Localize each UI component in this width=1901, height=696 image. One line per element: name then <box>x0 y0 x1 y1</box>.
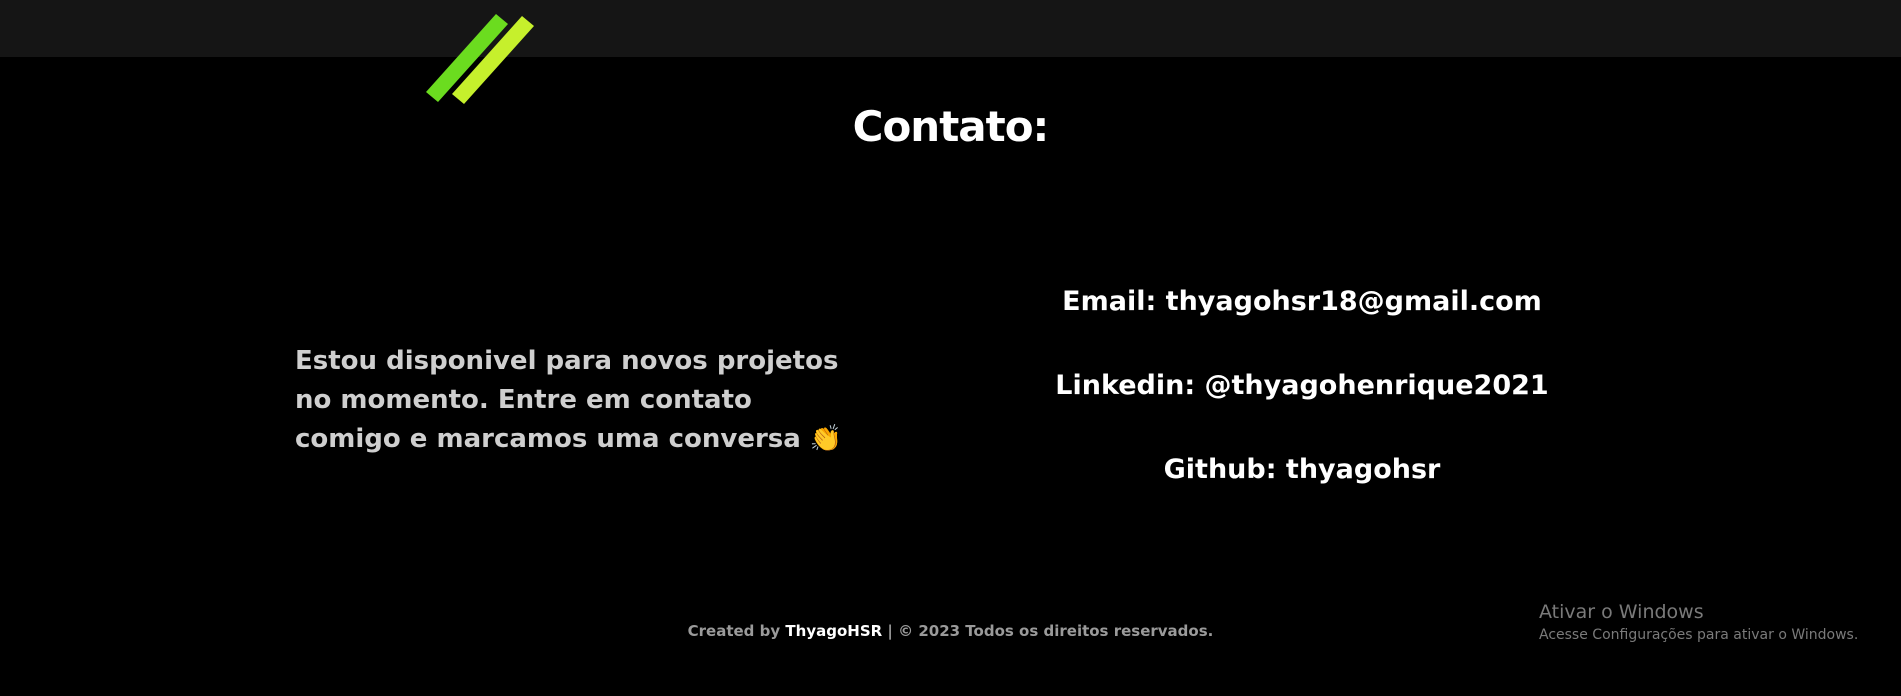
windows-watermark-subtitle: Acesse Configurações para ativar o Windo… <box>1539 627 1859 643</box>
contact-linkedin[interactable]: Linkedin: @thyagohenrique2021 <box>1002 366 1602 450</box>
contact-email[interactable]: Email: thyagohsr18@gmail.com <box>1002 282 1602 366</box>
windows-activation-watermark: Ativar o Windows Acesse Configurações pa… <box>1539 601 1858 643</box>
contact-title: Contato: <box>852 102 1050 151</box>
top-navbar <box>0 0 1901 57</box>
contact-github[interactable]: Github: thyagohsr <box>1002 450 1602 534</box>
footer-brand: ThyagoHSR <box>785 622 883 640</box>
contact-intro-text: Estou disponivel para novos projetos no … <box>295 342 855 459</box>
clapping-hands-icon: 👏 <box>809 424 843 454</box>
contact-list: Email: thyagohsr18@gmail.com Linkedin: @… <box>1002 282 1602 534</box>
footer-prefix: Created by <box>687 622 781 640</box>
contact-intro-label: Estou disponivel para novos projetos no … <box>295 346 839 454</box>
logo-slashes-icon[interactable] <box>426 8 546 108</box>
windows-watermark-title: Ativar o Windows <box>1539 601 1704 623</box>
footer-copyright: | © 2023 Todos os direitos reservados. <box>887 622 1214 640</box>
